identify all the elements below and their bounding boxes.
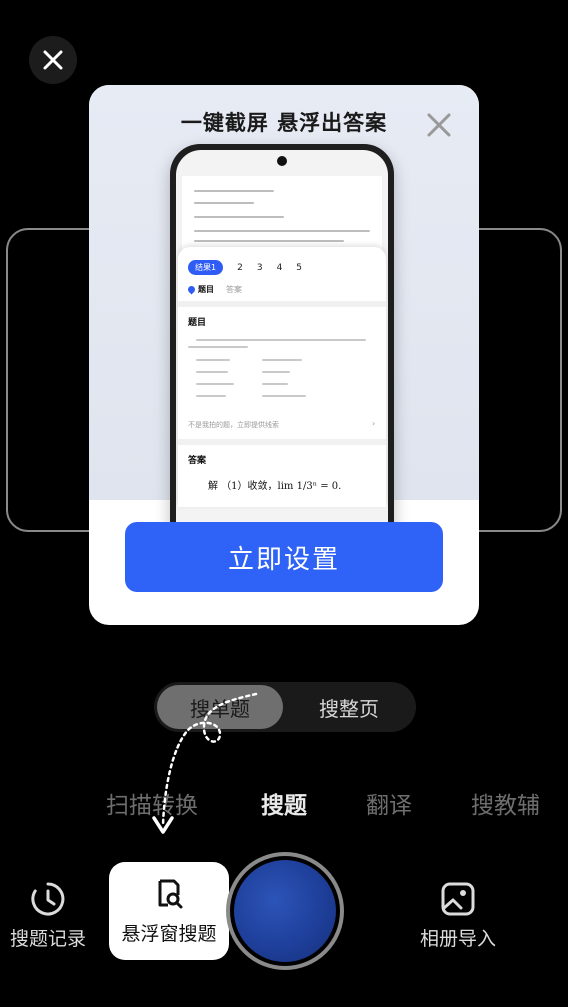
preview-sub-tabs: 题目 答案 (186, 284, 242, 295)
shutter-button[interactable] (234, 860, 336, 962)
question-line (262, 359, 302, 361)
feedback-link: 不是我拍的题，立即提供线索 (188, 421, 279, 429)
result-tab: 2 (237, 262, 243, 273)
question-line (196, 359, 230, 361)
phone-illustration: 结果1 2 3 4 5 题目 答案 题目 不是我拍的题，立即提供线索 › 答案 … (170, 144, 394, 564)
mode-single-question[interactable]: 搜单题 (157, 685, 283, 729)
tab-textbook-search[interactable]: 搜教辅 (471, 786, 540, 820)
location-pin-icon (186, 284, 197, 295)
answer-sub-tab: 答案 (226, 285, 242, 294)
question-section-title: 题目 (188, 318, 207, 328)
phone-screen: 结果1 2 3 4 5 题目 答案 题目 不是我拍的题，立即提供线索 › 答案 … (176, 150, 388, 558)
result-tab: 结果1 (188, 260, 224, 275)
question-line (196, 383, 234, 385)
search-history-button[interactable]: 搜题记录 (10, 880, 86, 951)
setup-now-button[interactable]: 立即设置 (125, 522, 443, 592)
tab-translate[interactable]: 翻译 (366, 786, 412, 820)
result-tab: 4 (276, 262, 283, 273)
camera-dot (277, 156, 287, 166)
history-clock-icon (31, 882, 65, 916)
question-sub-tab: 题目 (186, 284, 214, 295)
search-document-icon (158, 879, 183, 908)
result-tab: 5 (296, 262, 303, 273)
search-history-label: 搜题记录 (10, 928, 87, 950)
paper-preview (182, 176, 382, 256)
question-line (196, 339, 366, 341)
dialog-title: 一键截屏 悬浮出答案 (180, 111, 388, 135)
divider (178, 301, 386, 307)
tab-search-question[interactable]: 搜题 (261, 786, 307, 820)
album-import-label: 相册导入 (420, 928, 497, 950)
mode-whole-page[interactable]: 搜整页 (285, 685, 413, 729)
question-line (262, 395, 306, 397)
album-image-icon (441, 882, 475, 916)
float-window-search-label: 悬浮窗搜题 (121, 922, 217, 945)
dialog-close-icon[interactable] (425, 111, 453, 139)
album-import-button[interactable]: 相册导入 (420, 880, 496, 951)
answer-section-title: 答案 (188, 456, 207, 466)
result-tab: 3 (256, 262, 263, 273)
dialog-hero: 一键截屏 悬浮出答案 结果1 2 3 4 5 题目 答案 题目 不是我拍的题，立… (89, 85, 479, 564)
result-sheet: 结果1 2 3 4 5 题目 答案 题目 不是我拍的题，立即提供线索 › 答案 … (178, 247, 386, 507)
chevron-right-icon: › (372, 419, 376, 428)
tool-tabs: 扫描转换 搜题 翻译 搜教辅 (0, 786, 568, 826)
answer-text: 解 （1）收敛，lim 1/3ⁿ = 0. (208, 481, 342, 492)
float-window-search-button[interactable]: 悬浮窗搜题 (109, 862, 229, 960)
close-button[interactable] (29, 36, 77, 84)
question-line (262, 371, 290, 373)
question-line (262, 383, 288, 385)
question-line (196, 395, 226, 397)
tab-scan-convert[interactable]: 扫描转换 (106, 786, 198, 820)
question-line (196, 371, 228, 373)
promo-dialog: 一键截屏 悬浮出答案 结果1 2 3 4 5 题目 答案 题目 不是我拍的题，立… (89, 85, 479, 625)
search-mode-switch: 搜单题 搜整页 (154, 682, 416, 732)
question-line (188, 346, 248, 348)
divider (178, 439, 386, 445)
close-icon (43, 50, 63, 70)
result-tabs: 结果1 2 3 4 5 (188, 260, 302, 275)
